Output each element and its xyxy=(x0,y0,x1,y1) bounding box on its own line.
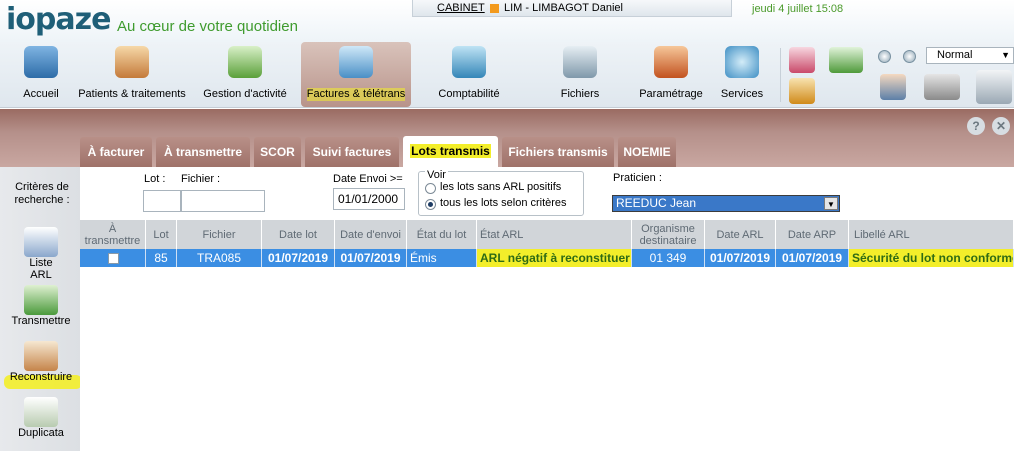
toolbar-gestion[interactable]: Gestion d'activité xyxy=(196,42,294,107)
column-header[interactable]: État du lot xyxy=(407,220,477,249)
toolbar-comptabilite[interactable]: Comptabilité xyxy=(436,42,502,107)
table-row[interactable]: 85 TRA085 01/07/2019 01/07/2019 Émis ARL… xyxy=(80,249,1014,267)
cell-lot: 85 xyxy=(146,249,177,267)
cell-libelle-arl: Sécurité du lot non conforme xyxy=(849,249,1014,267)
toolbar-parametrage[interactable]: Paramétrage xyxy=(639,42,703,107)
doctor-icon[interactable] xyxy=(880,74,906,100)
date-envoi-input[interactable]: 01/01/2000 xyxy=(333,188,405,210)
radio-label-tous-les-lots: tous les lots selon critères xyxy=(440,197,567,209)
column-header[interactable]: Date lot xyxy=(262,220,335,249)
column-header[interactable]: Date ARP xyxy=(776,220,849,249)
duplicata-button[interactable]: Duplicata xyxy=(4,397,78,439)
a-transmettre-checkbox[interactable] xyxy=(108,253,119,264)
rebuild-icon xyxy=(24,341,58,371)
user-status-icon xyxy=(490,4,499,13)
chart-tool-icon[interactable] xyxy=(789,47,815,73)
column-header[interactable]: À transmettre xyxy=(80,220,146,249)
app-tagline: Au cœur de votre quotidien xyxy=(117,18,298,35)
database-icon xyxy=(563,46,597,78)
tab-lots-transmis[interactable]: Lots transmis xyxy=(403,136,498,168)
cabinet-link[interactable]: CABINET xyxy=(437,2,485,14)
fichier-label: Fichier : xyxy=(181,173,221,185)
transmit-icon xyxy=(24,285,58,315)
praticien-select[interactable]: REEDUC Jean ▼ xyxy=(612,195,840,212)
praticien-label: Praticien : xyxy=(613,172,662,184)
reconstruire-button[interactable]: Reconstruire xyxy=(4,341,82,389)
app-logo: iopaze xyxy=(6,2,111,37)
arl-list-icon xyxy=(24,227,58,257)
column-header[interactable]: Date ARL xyxy=(705,220,776,249)
radio-label-lots-sans-arl: les lots sans ARL positifs xyxy=(440,181,562,193)
calculator-icon xyxy=(452,46,486,78)
column-header[interactable]: Fichier xyxy=(177,220,262,249)
activity-icon xyxy=(228,46,262,78)
chevron-down-icon: ▼ xyxy=(824,197,838,210)
toolbar-fichiers[interactable]: Fichiers xyxy=(553,42,607,107)
liste-arl-button[interactable]: Liste ARL xyxy=(4,227,78,281)
cell-date-arp: 01/07/2019 xyxy=(776,249,849,267)
zoom-select[interactable]: Normal ▼ xyxy=(926,47,1014,64)
user-name: LIM - LIMBAGOT Daniel xyxy=(504,2,623,14)
search-criteria-panel: Lot : Fichier : Date Envoi >= 01/01/2000… xyxy=(80,167,1014,220)
toolbar-services[interactable]: Services xyxy=(717,42,767,107)
app-header: iopaze Au cœur de votre quotidien CABINE… xyxy=(0,0,1014,42)
duplicate-icon xyxy=(24,397,58,427)
toolbar-separator xyxy=(780,48,781,102)
tab-fichiers-transmis[interactable]: Fichiers transmis xyxy=(502,137,614,167)
help-icon[interactable]: ? xyxy=(967,117,985,135)
toolbar-patients[interactable]: Patients & traitements xyxy=(77,42,187,107)
pencil-icon[interactable] xyxy=(789,78,815,104)
transmettre-button[interactable]: Transmettre xyxy=(4,285,78,327)
zoom-out-icon[interactable] xyxy=(878,50,891,63)
criteria-label: Critères de recherche : xyxy=(14,181,70,206)
current-datetime: jeudi 4 juillet 15:08 xyxy=(752,3,844,15)
column-header[interactable]: État ARL xyxy=(477,220,632,249)
exit-icon[interactable] xyxy=(976,70,1012,104)
card-reader-icon[interactable] xyxy=(829,47,863,73)
invoice-icon xyxy=(339,46,373,78)
lot-label: Lot : xyxy=(144,173,166,185)
cell-etat-arl: ARL négatif à reconstituer xyxy=(477,249,632,267)
date-envoi-label: Date Envoi >= xyxy=(333,173,403,185)
cell-date-arl: 01/07/2019 xyxy=(705,249,776,267)
cell-etat-lot: Émis xyxy=(407,249,477,267)
tab-a-transmettre[interactable]: À transmettre xyxy=(156,137,250,167)
cell-date-envoi: 01/07/2019 xyxy=(335,249,407,267)
cell-date-lot: 01/07/2019 xyxy=(262,249,335,267)
chevron-down-icon: ▼ xyxy=(1001,50,1010,60)
voir-group: Voir les lots sans ARL positifs tous les… xyxy=(418,169,584,216)
toolbar-accueil[interactable]: Accueil xyxy=(15,42,67,107)
lot-input[interactable] xyxy=(143,190,181,212)
cell-organisme: 01 349 xyxy=(632,249,705,267)
cell-fichier: TRA085 xyxy=(177,249,262,267)
radio-lots-sans-arl[interactable] xyxy=(425,183,436,194)
column-header[interactable]: Lot xyxy=(146,220,177,249)
action-sidebar: Critères de recherche : Liste ARL Transm… xyxy=(0,167,82,451)
tab-suivi-factures[interactable]: Suivi factures xyxy=(305,137,399,167)
toolbar-factures[interactable]: Factures & télétrans xyxy=(301,42,411,107)
house-icon xyxy=(24,46,58,78)
globe-icon xyxy=(725,46,759,78)
lots-table: À transmettre Lot Fichier Date lot Date … xyxy=(80,220,1014,451)
tab-a-facturer[interactable]: À facturer xyxy=(80,137,152,167)
cabinet-bar: CABINET LIM - LIMBAGOT Daniel xyxy=(412,0,732,17)
patients-icon xyxy=(115,46,149,78)
main-toolbar: Accueil Patients & traitements Gestion d… xyxy=(0,42,1014,108)
radio-tous-les-lots[interactable] xyxy=(425,199,436,210)
column-header[interactable]: Organisme destinataire xyxy=(632,220,705,249)
tab-noemie[interactable]: NOEMIE xyxy=(618,137,676,167)
column-header[interactable]: Libellé ARL xyxy=(849,220,1014,249)
fichier-input[interactable] xyxy=(181,190,265,212)
settings-icon xyxy=(654,46,688,78)
zoom-in-icon[interactable] xyxy=(903,50,916,63)
column-header[interactable]: Date d'envoi xyxy=(335,220,407,249)
tab-scor[interactable]: SCOR xyxy=(254,137,301,167)
close-icon[interactable]: ✕ xyxy=(992,117,1010,135)
voir-title: Voir xyxy=(425,169,448,181)
fax-icon[interactable] xyxy=(924,74,960,100)
